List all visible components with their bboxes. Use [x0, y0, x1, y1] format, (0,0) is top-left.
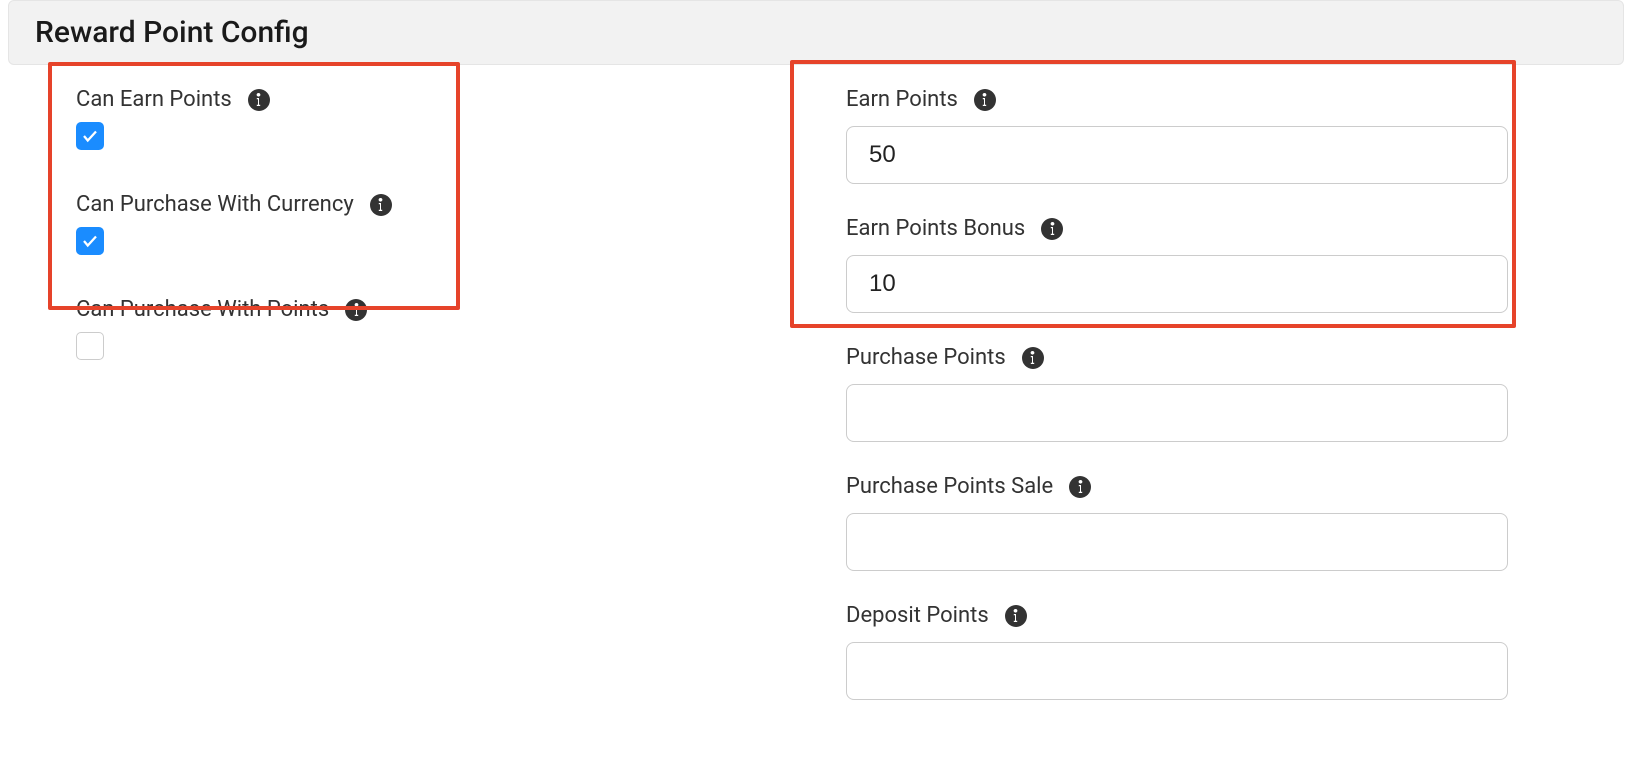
checkbox-can-purchase-with-currency[interactable] [76, 227, 104, 255]
info-icon[interactable] [1005, 605, 1027, 627]
form-content: Can Earn Points Can Purchase With Curren… [0, 65, 1632, 732]
field-purchase-points: Purchase Points [846, 345, 1508, 442]
checkbox-can-earn-points[interactable] [76, 122, 104, 150]
checkbox-can-purchase-with-points[interactable] [76, 332, 104, 360]
right-column: Earn Points Earn Points Bonus [798, 65, 1632, 732]
label-purchase-points: Purchase Points [846, 345, 1006, 370]
section-header: Reward Point Config [8, 0, 1624, 65]
field-deposit-points: Deposit Points [846, 603, 1508, 700]
label-earn-points: Earn Points [846, 87, 958, 112]
info-icon[interactable] [345, 299, 367, 321]
left-column: Can Earn Points Can Purchase With Curren… [0, 65, 798, 732]
info-icon[interactable] [1069, 476, 1091, 498]
label-can-earn-points: Can Earn Points [76, 87, 232, 112]
info-icon[interactable] [974, 89, 996, 111]
input-purchase-points-sale[interactable] [846, 513, 1508, 571]
info-icon[interactable] [1041, 218, 1063, 240]
field-can-earn-points: Can Earn Points [76, 87, 730, 150]
input-purchase-points[interactable] [846, 384, 1508, 442]
label-purchase-points-sale: Purchase Points Sale [846, 474, 1053, 499]
field-earn-points-bonus: Earn Points Bonus [846, 216, 1508, 313]
label-can-purchase-with-currency: Can Purchase With Currency [76, 192, 354, 217]
info-icon[interactable] [248, 89, 270, 111]
field-purchase-points-sale: Purchase Points Sale [846, 474, 1508, 571]
input-deposit-points[interactable] [846, 642, 1508, 700]
label-can-purchase-with-points: Can Purchase With Points [76, 297, 329, 322]
input-earn-points-bonus[interactable] [846, 255, 1508, 313]
info-icon[interactable] [370, 194, 392, 216]
field-can-purchase-with-currency: Can Purchase With Currency [76, 192, 730, 255]
input-earn-points[interactable] [846, 126, 1508, 184]
label-earn-points-bonus: Earn Points Bonus [846, 216, 1025, 241]
label-deposit-points: Deposit Points [846, 603, 989, 628]
field-can-purchase-with-points: Can Purchase With Points [76, 297, 730, 364]
field-earn-points: Earn Points [846, 87, 1508, 184]
page-title: Reward Point Config [35, 15, 1597, 50]
info-icon[interactable] [1022, 347, 1044, 369]
